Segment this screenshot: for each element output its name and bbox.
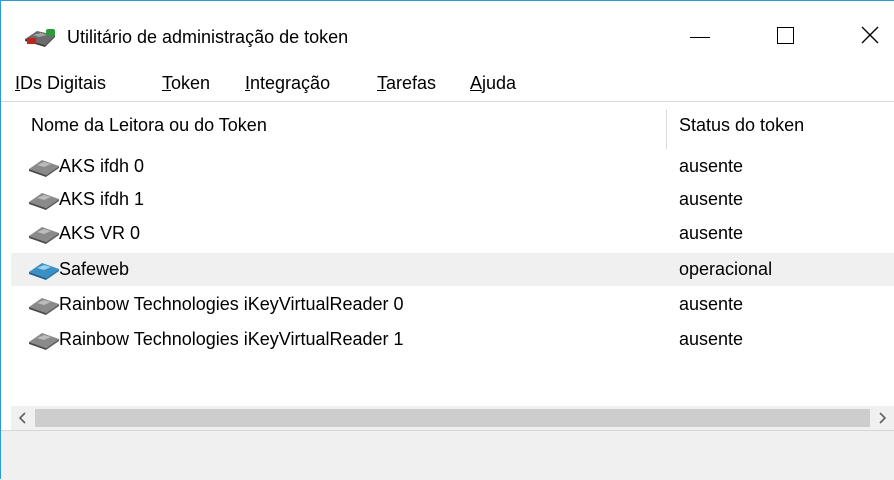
card-reader-gray-icon — [29, 227, 59, 244]
list-row[interactable]: Rainbow Technologies iKeyVirtualReader 0… — [11, 288, 894, 321]
menu-ajuda[interactable]: Ajuda — [470, 70, 516, 96]
column-header-name[interactable]: Nome da Leitora ou do Token — [31, 102, 267, 149]
menu-tarefas[interactable]: Tarefas — [377, 70, 436, 96]
chevron-left-icon — [18, 412, 26, 424]
menu-integracao[interactable]: Integração — [245, 70, 330, 96]
column-header-status[interactable]: Status do token — [679, 102, 804, 149]
menu-label: oken — [171, 73, 211, 93]
maximize-button[interactable] — [756, 16, 816, 56]
menu-token[interactable]: Token — [162, 70, 210, 96]
menu-mnemonic: T — [162, 73, 171, 93]
horizontal-scrollbar[interactable] — [11, 406, 894, 430]
token-list[interactable]: Nome da Leitora ou do Token Status do to… — [11, 102, 894, 428]
card-reader-gray-icon — [29, 193, 59, 210]
reader-status: operacional — [679, 259, 773, 279]
list-header: Nome da Leitora ou do Token Status do to… — [11, 102, 894, 149]
menu-label: ntegração — [250, 73, 331, 93]
scroll-right-button[interactable] — [870, 406, 894, 430]
menu-label: juda — [482, 73, 517, 93]
column-divider[interactable] — [666, 109, 667, 149]
scroll-left-button[interactable] — [11, 406, 35, 430]
window-title: Utilitário de administração de token — [67, 27, 349, 47]
list-row[interactable]: AKS VR 0 ausente — [11, 217, 894, 250]
maximize-icon — [777, 27, 794, 44]
reader-name: Rainbow Technologies iKeyVirtualReader 1 — [59, 329, 404, 349]
title-bar[interactable]: Utilitário de administração de token — [1, 1, 894, 70]
reader-name: Safeweb — [59, 259, 130, 279]
reader-name: Rainbow Technologies iKeyVirtualReader 0 — [59, 294, 404, 314]
card-reader-gray-icon — [29, 160, 59, 177]
status-bar — [1, 430, 894, 480]
reader-status: ausente — [679, 294, 744, 314]
card-reader-gray-icon — [29, 333, 59, 350]
app-window: Utilitário de administração de token IDs… — [0, 0, 894, 480]
menu-label: arefas — [386, 73, 437, 93]
list-row[interactable]: AKS ifdh 0 ausente — [11, 150, 894, 183]
minimize-icon — [690, 37, 710, 38]
reader-name: AKS ifdh 1 — [59, 189, 145, 209]
menu-mnemonic: A — [470, 73, 483, 93]
minimize-button[interactable] — [669, 16, 729, 56]
scrollbar-thumb[interactable] — [35, 409, 870, 427]
reader-name: AKS VR 0 — [59, 223, 141, 243]
chevron-right-icon — [879, 412, 887, 424]
reader-name: AKS ifdh 0 — [59, 156, 145, 176]
reader-status: ausente — [679, 329, 744, 349]
card-reader-blue-icon — [29, 263, 59, 280]
reader-status: ausente — [679, 156, 744, 176]
list-row[interactable]: Rainbow Technologies iKeyVirtualReader 1… — [11, 323, 894, 356]
menu-mnemonic: T — [377, 73, 386, 93]
card-reader-gray-icon — [29, 298, 59, 315]
token-key-icon — [25, 29, 55, 47]
menu-label: Ds Digitais — [20, 73, 107, 93]
list-row-selected[interactable]: Safeweb operacional — [11, 253, 894, 286]
reader-status: ausente — [679, 223, 744, 243]
close-icon — [861, 26, 879, 44]
menu-ids-digitais[interactable]: IDs Digitais — [15, 70, 106, 96]
menu-bar: IDs Digitais Token Integração Tarefas Aj… — [1, 70, 894, 102]
reader-status: ausente — [679, 189, 744, 209]
list-row[interactable]: AKS ifdh 1 ausente — [11, 183, 894, 216]
close-button[interactable] — [839, 16, 894, 56]
